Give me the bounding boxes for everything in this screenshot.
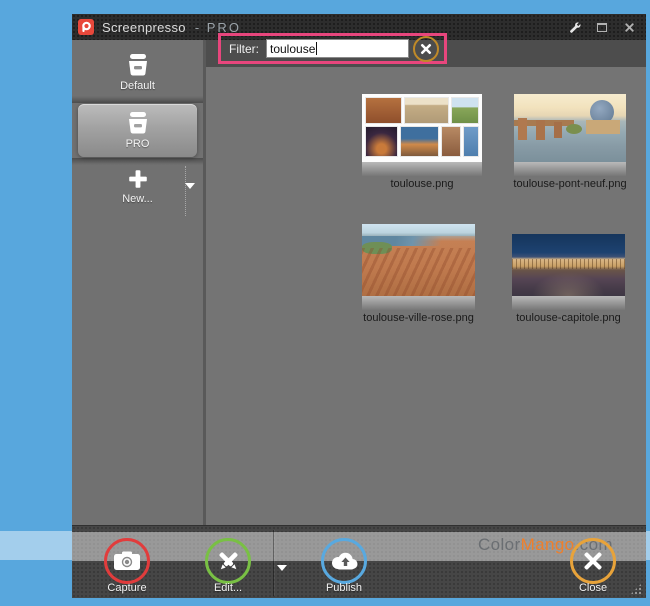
thumbnail-reflection xyxy=(514,162,626,176)
sidebar-item-default[interactable]: Default xyxy=(72,54,203,92)
cloud-upload-icon xyxy=(329,551,359,571)
watermark-mango: Mango xyxy=(521,535,575,554)
edit-chevron-down-icon[interactable] xyxy=(277,565,287,571)
thumbnail-caption: toulouse.png xyxy=(391,178,454,190)
thumbnail-reflection xyxy=(362,162,482,176)
watermark-color: Color xyxy=(478,535,521,554)
capture-button[interactable] xyxy=(104,538,150,584)
thumbnail-caption: toulouse-pont-neuf.png xyxy=(513,178,626,190)
thumbnail-reflection xyxy=(362,296,475,310)
maximize-button[interactable] xyxy=(595,20,609,34)
close-icon xyxy=(419,42,433,56)
window-title: Screenpresso xyxy=(102,20,186,35)
close-icon xyxy=(581,549,605,573)
settings-wrench-icon[interactable] xyxy=(568,20,582,34)
screenpresso-logo-icon xyxy=(78,19,94,35)
filter-annotation-highlight: Filter: toulouse xyxy=(218,33,447,64)
workspace-bin-icon xyxy=(125,112,151,135)
workspace-chevron-down-icon[interactable] xyxy=(185,183,195,189)
text-cursor xyxy=(316,42,317,55)
thumbnail-image xyxy=(512,234,625,296)
thumbnails-panel: toulouse.png toulouse-pont-neuf.png xyxy=(206,40,646,525)
toolbar-separator xyxy=(273,530,274,596)
filter-label: Filter: xyxy=(229,42,259,56)
thumbnail-image-collage xyxy=(362,94,482,162)
workspace-bin-icon xyxy=(125,54,151,77)
resize-grip[interactable] xyxy=(630,583,642,595)
publish-button[interactable] xyxy=(321,538,367,584)
thumbnail-toulouse[interactable]: toulouse.png xyxy=(362,94,482,190)
bottom-toolbar: Capture Edit... xyxy=(72,525,646,598)
publish-label: Publish xyxy=(326,582,362,594)
sidebar-item-label: PRO xyxy=(126,138,150,150)
edit-button[interactable] xyxy=(205,538,251,584)
thumbnail-image xyxy=(514,94,626,162)
sidebar-item-label: New... xyxy=(122,193,153,205)
close-label: Close xyxy=(579,582,607,594)
desktop-background: Screenpresso - PRO xyxy=(0,0,650,606)
thumbnail-toulouse-pont-neuf[interactable]: toulouse-pont-neuf.png xyxy=(514,94,626,190)
clear-filter-button[interactable] xyxy=(413,36,439,62)
close-app-button[interactable] xyxy=(570,538,616,584)
watermark-band xyxy=(0,531,72,560)
filter-input-value: toulouse xyxy=(270,42,315,56)
workspace-dropdown-divider xyxy=(185,166,186,216)
edit-tools-icon xyxy=(215,548,242,575)
window-controls xyxy=(568,20,646,34)
screenpresso-window: Screenpresso - PRO xyxy=(72,14,646,598)
sidebar-item-label: Default xyxy=(120,80,155,92)
thumbnail-caption: toulouse-capitole.png xyxy=(516,312,621,324)
sidebar-divider xyxy=(72,96,203,103)
camera-icon xyxy=(113,551,141,571)
watermark-band xyxy=(646,531,650,560)
thumbnail-toulouse-capitole[interactable]: toulouse-capitole.png xyxy=(512,234,625,324)
capture-label: Capture xyxy=(107,582,146,594)
sidebar-item-pro-selected[interactable]: PRO xyxy=(78,104,197,157)
sidebar-item-new-workspace[interactable]: New... xyxy=(72,168,203,205)
edit-label: Edit... xyxy=(214,582,242,594)
thumbnail-reflection xyxy=(512,296,625,310)
sidebar-divider xyxy=(72,158,203,165)
close-window-button[interactable] xyxy=(622,20,636,34)
thumbnail-toulouse-ville-rose[interactable]: toulouse-ville-rose.png xyxy=(362,224,475,324)
plus-icon xyxy=(127,168,149,190)
thumbnail-caption: toulouse-ville-rose.png xyxy=(363,312,474,324)
filter-input[interactable]: toulouse xyxy=(266,39,409,58)
workspace-sidebar: Default PRO New... xyxy=(72,40,203,525)
thumbnail-image xyxy=(362,224,475,296)
